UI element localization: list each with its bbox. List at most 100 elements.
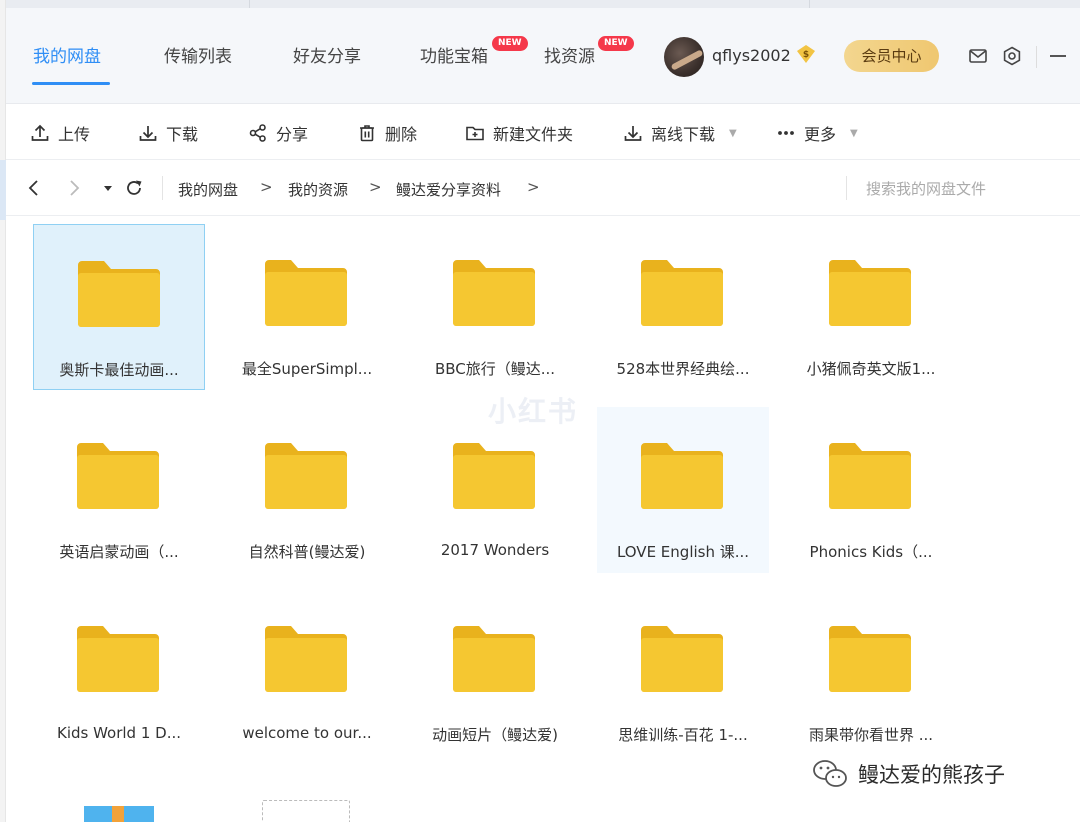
folder-icon bbox=[829, 626, 911, 692]
folder-tile[interactable]: 雨果带你看世界 ... bbox=[785, 590, 957, 756]
wechat-account-tag: 鳗达爱的熊孩子 bbox=[812, 758, 1005, 790]
folder-tile[interactable]: Kids World 1 D... bbox=[33, 590, 205, 756]
forward-arrow-icon[interactable] bbox=[64, 178, 84, 198]
folder-icon bbox=[265, 260, 347, 326]
folder-icon bbox=[829, 260, 911, 326]
share-button[interactable]: 分享 bbox=[248, 122, 308, 144]
search-divider bbox=[846, 176, 847, 200]
netdisk-window: 我的网盘 传输列表 好友分享 功能宝箱 NEW 找资源 NEW qflys200… bbox=[0, 0, 1080, 822]
tab-segment bbox=[250, 0, 810, 8]
minimize-icon[interactable] bbox=[1050, 55, 1066, 57]
folder-tile[interactable]: welcome to our... bbox=[221, 590, 393, 756]
active-tab-indicator bbox=[32, 82, 110, 85]
svg-text:$: $ bbox=[803, 50, 809, 60]
upload-label: 上传 bbox=[58, 125, 91, 144]
search-input[interactable] bbox=[866, 176, 1066, 202]
tab-transfer-list[interactable]: 传输列表 bbox=[164, 42, 232, 67]
folder-icon bbox=[641, 443, 723, 509]
folder-name: 奥斯卡最佳动画... bbox=[59, 361, 179, 379]
folder-name: 528本世界经典绘... bbox=[616, 360, 750, 378]
folder-name: Kids World 1 D... bbox=[56, 724, 182, 742]
folder-tile[interactable]: 小猪佩奇英文版1... bbox=[785, 224, 957, 390]
breadcrumb-separator: > bbox=[527, 178, 540, 196]
breadcrumb-separator: > bbox=[369, 178, 382, 196]
folder-icon bbox=[77, 626, 159, 692]
trash-icon bbox=[360, 125, 374, 142]
delete-button[interactable]: 删除 bbox=[357, 122, 417, 144]
header-divider bbox=[1036, 46, 1037, 68]
offline-download-label: 离线下载 bbox=[651, 125, 716, 144]
breadcrumb-item[interactable]: 我的资源 bbox=[288, 179, 348, 200]
folder-tile[interactable]: BBC旅行（鳗达... bbox=[409, 224, 581, 390]
new-badge: NEW bbox=[598, 36, 634, 51]
tab-find-resources[interactable]: 找资源 bbox=[544, 42, 595, 67]
breadcrumb-item[interactable]: 鳗达爱分享资料 bbox=[396, 179, 501, 200]
share-label: 分享 bbox=[276, 125, 309, 144]
folder-tile[interactable]: 思维训练-百花 1-... bbox=[597, 590, 769, 756]
folder-icon bbox=[78, 261, 160, 327]
file-thumbnail-icon[interactable] bbox=[84, 804, 154, 822]
folder-icon bbox=[265, 443, 347, 509]
new-folder-label: 新建文件夹 bbox=[493, 125, 574, 144]
folder-tile[interactable]: Phonics Kids（... bbox=[785, 407, 957, 573]
history-dropdown-icon[interactable] bbox=[98, 178, 118, 198]
tab-my-disk[interactable]: 我的网盘 bbox=[33, 42, 101, 67]
upload-button[interactable]: 上传 bbox=[30, 122, 90, 144]
caret-down-icon[interactable]: ▼ bbox=[850, 128, 858, 139]
tab-friend-share[interactable]: 好友分享 bbox=[293, 42, 361, 67]
folder-tile[interactable]: 动画短片（鳗达爱) bbox=[409, 590, 581, 756]
folder-icon bbox=[453, 443, 535, 509]
folder-tile[interactable]: 奥斯卡最佳动画... bbox=[33, 224, 205, 390]
avatar[interactable] bbox=[664, 37, 704, 77]
folder-tile[interactable]: 自然科普(鳗达爱) bbox=[221, 407, 393, 573]
refresh-icon[interactable] bbox=[124, 178, 144, 198]
folder-tile[interactable]: LOVE English 课... bbox=[597, 407, 769, 573]
username[interactable]: qflys2002 bbox=[712, 46, 791, 65]
folder-tile[interactable]: 英语启蒙动画（... bbox=[33, 407, 205, 573]
tab-toolbox[interactable]: 功能宝箱 bbox=[420, 42, 488, 67]
browser-tab-strip bbox=[0, 0, 1080, 8]
watermark-text: 小红书 bbox=[488, 395, 579, 428]
folder-icon bbox=[77, 443, 159, 509]
folder-name: BBC旅行（鳗达... bbox=[434, 360, 556, 378]
folder-name: 英语启蒙动画（... bbox=[59, 543, 179, 561]
folder-name: 最全SuperSimpl... bbox=[241, 360, 373, 378]
download-button[interactable]: 下载 bbox=[138, 122, 198, 144]
caret-down-icon[interactable]: ▼ bbox=[729, 128, 737, 139]
folder-tile[interactable]: 528本世界经典绘... bbox=[597, 224, 769, 390]
breadcrumb-item[interactable]: 我的网盘 bbox=[178, 179, 238, 200]
folder-icon bbox=[453, 260, 535, 326]
offline-download-icon bbox=[624, 126, 642, 141]
wechat-icon bbox=[813, 760, 847, 787]
folder-tile[interactable]: 2017 Wonders bbox=[409, 407, 581, 573]
folder-tile[interactable]: 最全SuperSimpl... bbox=[221, 224, 393, 390]
new-folder-icon bbox=[466, 126, 484, 141]
vip-center-button[interactable]: 会员中心 bbox=[844, 40, 939, 72]
download-label: 下载 bbox=[166, 125, 199, 144]
offline-download-button[interactable]: 离线下载 ▼ bbox=[623, 122, 737, 144]
folder-name: 雨果带你看世界 ... bbox=[808, 726, 934, 744]
download-icon bbox=[139, 126, 157, 141]
folder-icon bbox=[829, 443, 911, 509]
folder-name: 自然科普(鳗达爱) bbox=[248, 543, 366, 561]
new-folder-button[interactable]: 新建文件夹 bbox=[465, 122, 573, 144]
more-button[interactable]: 更多 ▼ bbox=[776, 122, 858, 144]
folder-name: 思维训练-百花 1-... bbox=[618, 726, 748, 744]
share-icon bbox=[249, 124, 266, 142]
breadcrumb-separator: > bbox=[260, 178, 273, 196]
placeholder-tile bbox=[262, 800, 350, 822]
top-navigation: 我的网盘 传输列表 好友分享 功能宝箱 NEW 找资源 NEW qflys200… bbox=[6, 8, 1080, 104]
view-options-icon[interactable]: ⋮ bbox=[1074, 124, 1080, 140]
back-arrow-icon[interactable] bbox=[24, 178, 44, 198]
folder-name: 小猪佩奇英文版1... bbox=[806, 360, 936, 378]
folder-icon bbox=[641, 626, 723, 692]
address-divider bbox=[162, 176, 163, 200]
folder-icon bbox=[641, 260, 723, 326]
mail-icon[interactable] bbox=[968, 46, 988, 66]
folder-name: welcome to our... bbox=[242, 724, 372, 742]
folder-name: Phonics Kids（... bbox=[809, 543, 933, 561]
settings-gear-icon[interactable] bbox=[1002, 46, 1022, 66]
address-bar: 我的网盘 > 我的资源 > 鳗达爱分享资料 > bbox=[6, 160, 1080, 216]
folder-icon bbox=[265, 626, 347, 692]
more-dots-icon bbox=[778, 131, 794, 135]
